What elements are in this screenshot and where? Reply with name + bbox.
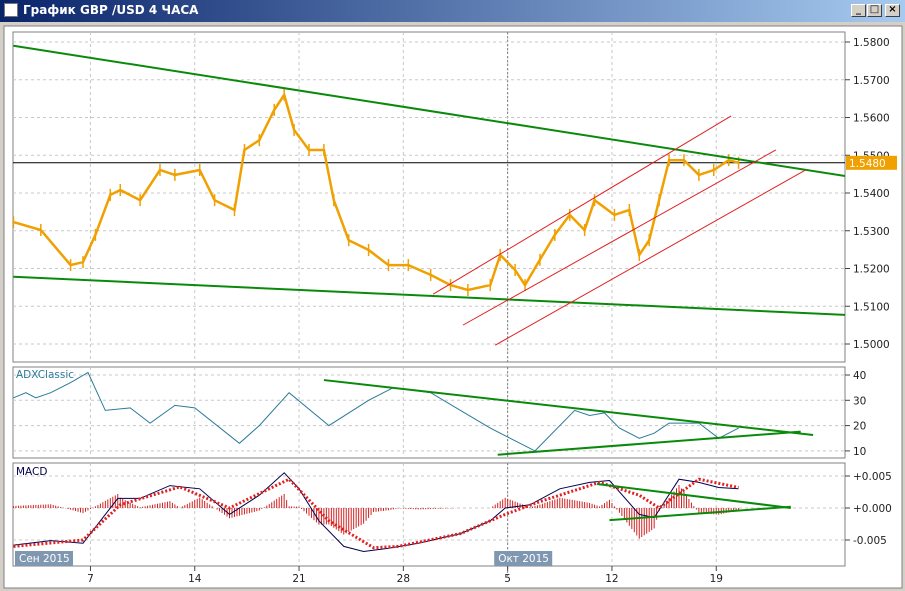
minimize-button[interactable]: _	[851, 4, 866, 17]
x-tick-label: 14	[188, 573, 202, 585]
y-tick-label: 1.5800	[853, 37, 890, 49]
adx-panel[interactable]: 40 30 20 10	[12, 366, 866, 459]
month-label: Окт 2015	[498, 553, 549, 565]
macd-panel[interactable]: +0.005 +0.000 -0.005	[12, 462, 892, 576]
chart-window-icon	[4, 3, 18, 17]
chart-area[interactable]: 1.58001.57001.56001.55001.54001.53001.52…	[0, 0, 905, 591]
y-tick-label: 1.5700	[853, 75, 890, 87]
y-tick-label: 1.5200	[853, 264, 890, 276]
month-label: Сен 2015	[19, 553, 70, 565]
y-tick-label: 1.5300	[853, 226, 890, 238]
y-tick-label: +0.000	[853, 503, 892, 515]
window-title: График GBP /USD 4 ЧАСА	[23, 3, 199, 17]
y-tick-label: 1.5400	[853, 188, 890, 200]
y-tick-label: +0.005	[853, 471, 892, 483]
y-tick-label: 30	[853, 395, 866, 407]
x-tick-label: 5	[504, 573, 511, 585]
x-tick-label: 21	[292, 573, 305, 585]
macd-title: MACD	[16, 466, 47, 478]
y-tick-label: 1.5600	[853, 113, 890, 125]
x-tick-label: 28	[397, 573, 410, 585]
current-price-label: 1.5480	[849, 158, 886, 170]
price-panel[interactable]: 1.58001.57001.56001.55001.54001.53001.52…	[12, 31, 897, 363]
y-tick-label: 1.5100	[853, 301, 890, 313]
y-tick-label: 40	[853, 370, 866, 382]
panel-plot-area	[12, 31, 846, 363]
y-tick-label: 10	[853, 446, 866, 458]
maximize-button[interactable]: □	[867, 4, 882, 17]
panel-plot-area	[12, 366, 846, 459]
adx-title: ADXClassic	[16, 369, 74, 381]
close-button[interactable]: ×	[885, 4, 900, 17]
x-tick-label: 19	[710, 573, 723, 585]
y-tick-label: -0.005	[853, 535, 887, 547]
panel-plot-area	[12, 462, 846, 567]
x-tick-label: 7	[87, 573, 94, 585]
title-bar[interactable]: График GBP /USD 4 ЧАСА _ □ ×	[0, 0, 905, 22]
x-tick-label: 12	[605, 573, 618, 585]
y-tick-label: 1.5000	[853, 339, 890, 351]
y-tick-label: 20	[853, 421, 866, 433]
